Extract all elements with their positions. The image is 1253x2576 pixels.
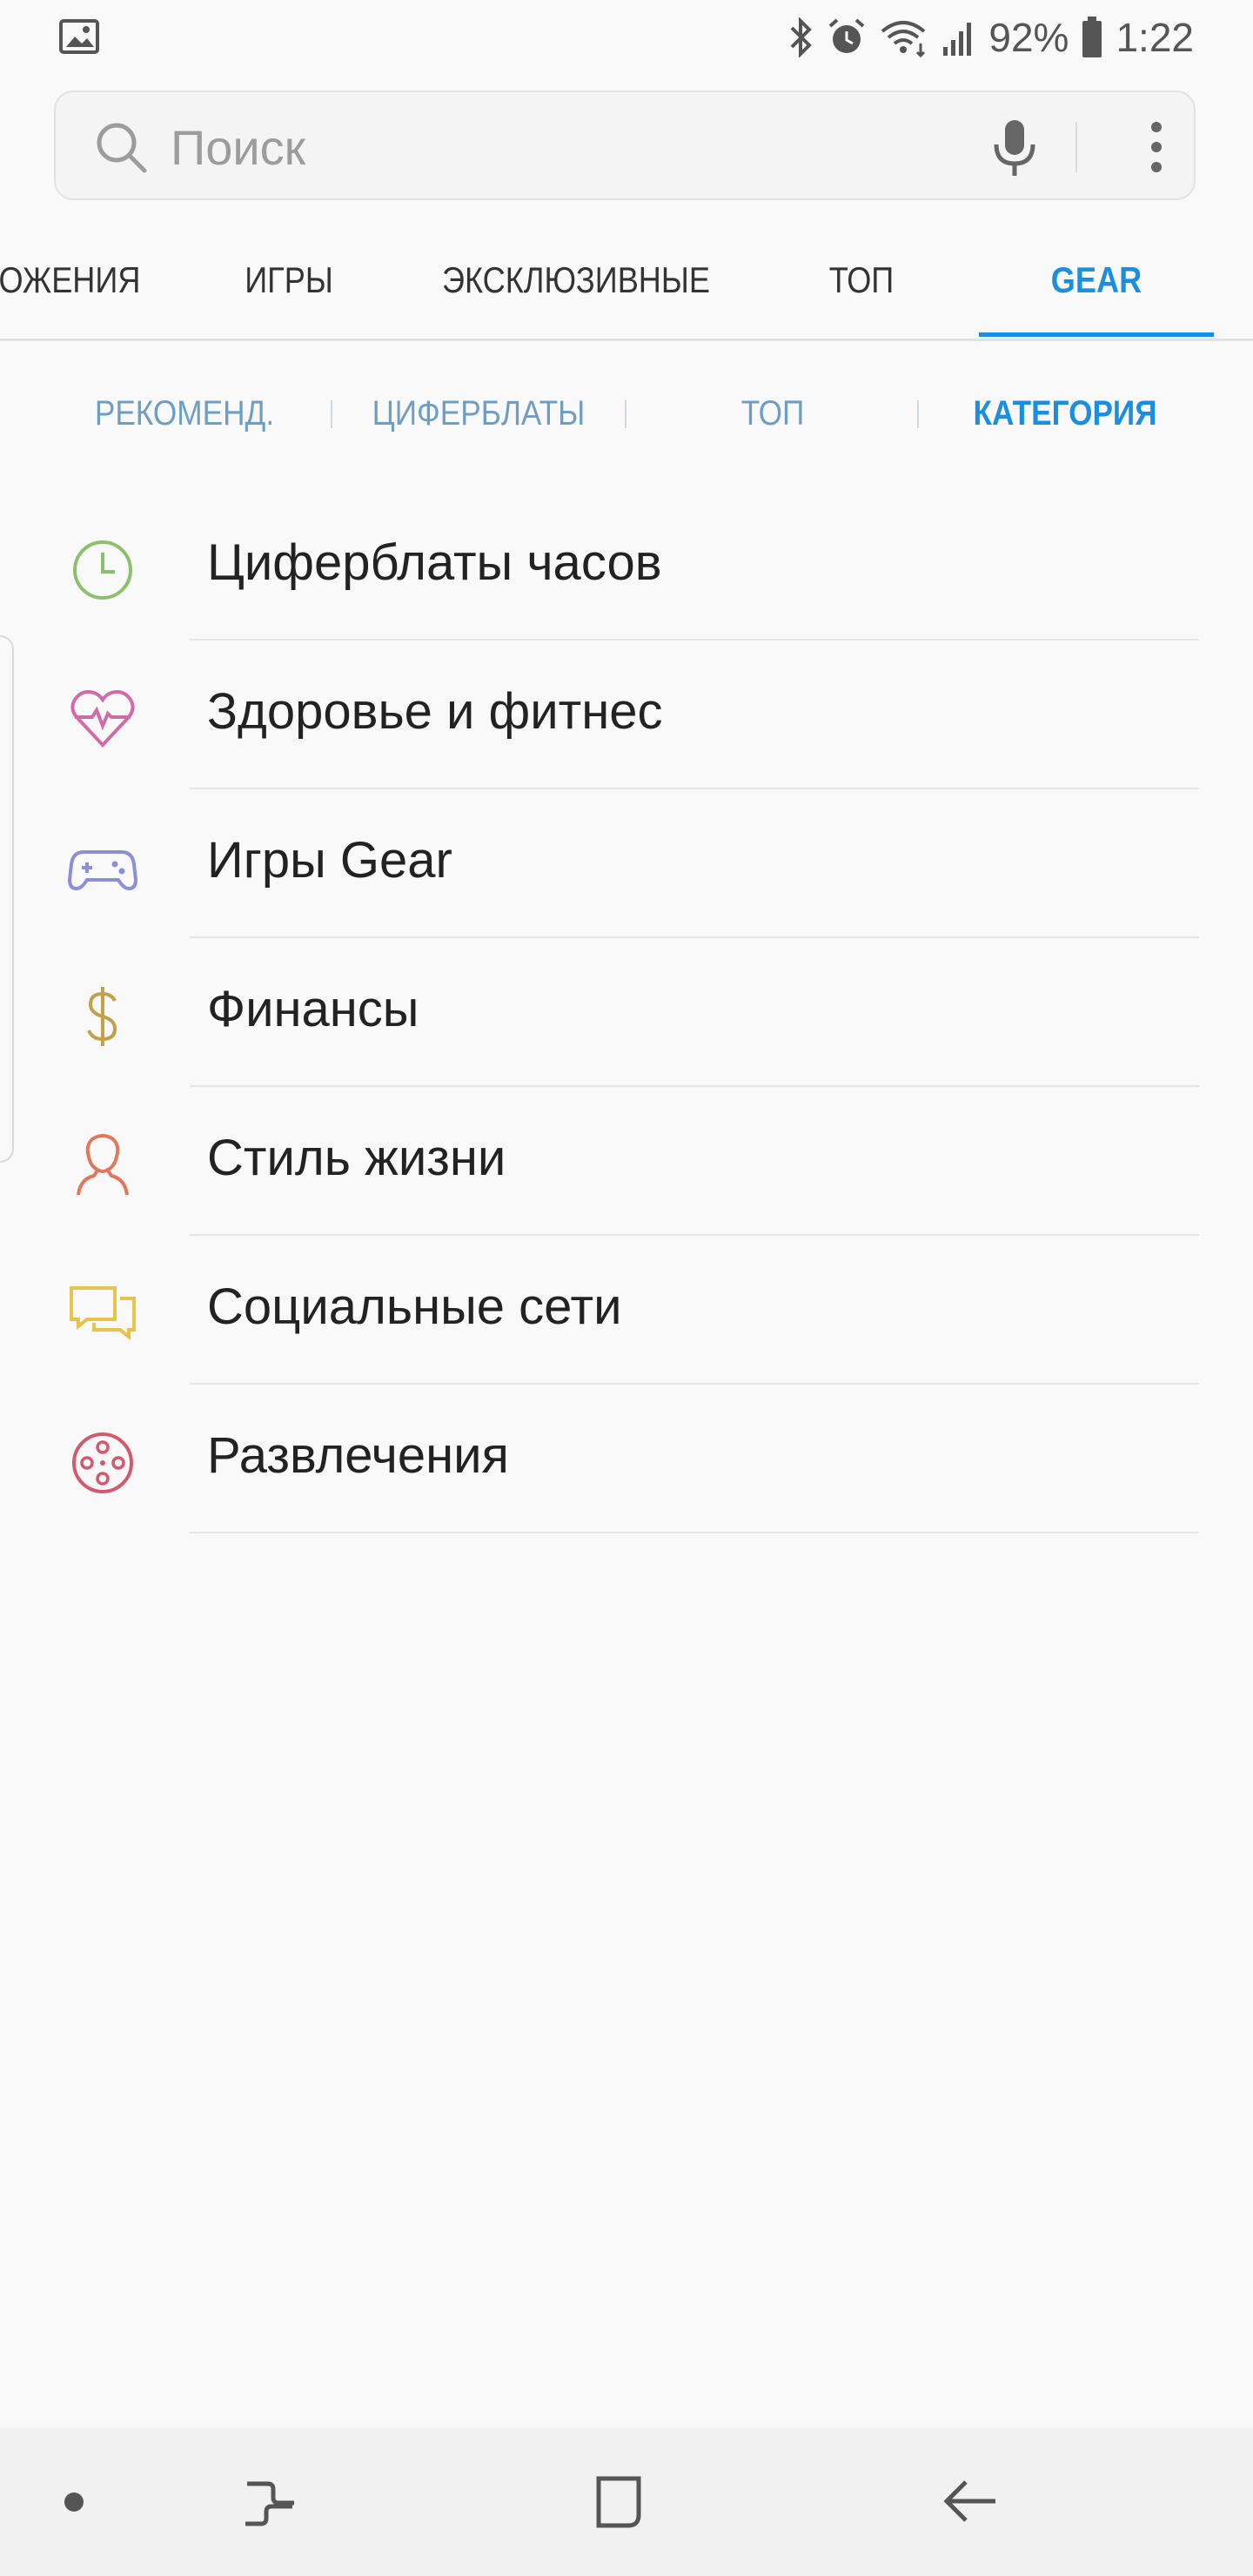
status-bar: 92% 1:22: [0, 0, 1253, 75]
mic-icon[interactable]: [988, 118, 1041, 184]
person-icon: [68, 1130, 137, 1200]
subtab-watchfaces[interactable]: ЦИФЕРБЛАТЫ: [364, 383, 593, 444]
category-label: Развлечения: [207, 1427, 509, 1484]
more-vert-icon[interactable]: [1143, 118, 1169, 180]
tab-apps[interactable]: ОЖЕНИЯ: [0, 228, 144, 341]
tab-games[interactable]: ИГРЫ: [214, 228, 364, 341]
subtab-category[interactable]: КАТЕГОРИЯ: [950, 383, 1180, 444]
wifi-icon: [879, 17, 929, 57]
category-list: Циферблаты часов Здоровье и фитнес Игры …: [0, 492, 1253, 1533]
alarm-icon: [827, 17, 867, 57]
list-item[interactable]: Социальные сети: [0, 1236, 1253, 1385]
list-item[interactable]: Развлечения: [0, 1385, 1253, 1533]
category-label: Социальные сети: [207, 1278, 622, 1335]
category-label: Здоровье и фитнес: [207, 683, 663, 740]
search-bar[interactable]: [54, 91, 1196, 200]
recent-apps-icon[interactable]: [242, 2472, 298, 2537]
tab-exclusive[interactable]: ЭКСКЛЮЗИВНЫЕ: [426, 228, 726, 341]
signal-icon: [941, 17, 976, 57]
divider: [190, 1532, 1199, 1533]
navigation-bar: [0, 2428, 1253, 2576]
tab-gear[interactable]: GEAR: [1022, 228, 1171, 341]
dollar-icon: [68, 982, 137, 1051]
list-item[interactable]: Здоровье и фитнес: [0, 641, 1253, 789]
search-input[interactable]: [169, 108, 999, 186]
clock-icon: [68, 535, 137, 605]
sub-tabs: РЕКОМЕНД. ЦИФЕРБЛАТЫ ТОП КАТЕГОРИЯ: [0, 383, 1253, 444]
subtab-separator: [625, 400, 626, 428]
chat-icon: [68, 1279, 137, 1349]
tab-top[interactable]: ТОП: [787, 228, 936, 341]
search-divider: [1075, 122, 1077, 172]
search-icon[interactable]: [94, 120, 150, 180]
battery-icon: [1081, 17, 1103, 58]
bluetooth-icon: [788, 17, 814, 57]
subtab-top[interactable]: ТОП: [658, 383, 888, 444]
clock-time: 1:22: [1116, 15, 1194, 60]
gallery-icon: [59, 19, 99, 58]
category-label: Игры Gear: [207, 832, 452, 889]
list-item[interactable]: Стиль жизни: [0, 1087, 1253, 1236]
battery-percent: 92%: [988, 15, 1069, 60]
heart-pulse-icon: [68, 684, 137, 754]
category-label: Финансы: [207, 981, 419, 1037]
film-reel-icon: [68, 1428, 137, 1498]
main-tabs: ОЖЕНИЯ ИГРЫ ЭКСКЛЮЗИВНЫЕ ТОП GEAR: [0, 228, 1253, 341]
gamepad-icon: [67, 833, 138, 902]
list-item[interactable]: Финансы: [0, 938, 1253, 1087]
subtab-separator: [917, 400, 919, 428]
home-icon[interactable]: [590, 2472, 646, 2537]
list-item[interactable]: Циферблаты часов: [0, 492, 1253, 641]
category-label: Стиль жизни: [207, 1130, 506, 1186]
back-icon[interactable]: [940, 2472, 1001, 2537]
list-item[interactable]: Игры Gear: [0, 789, 1253, 938]
tab-indicator: [979, 332, 1214, 337]
category-label: Циферблаты часов: [207, 534, 662, 591]
subtab-recommended[interactable]: РЕКОМЕНД.: [70, 383, 299, 444]
dot-icon[interactable]: [64, 2492, 84, 2512]
subtab-separator: [331, 400, 332, 428]
